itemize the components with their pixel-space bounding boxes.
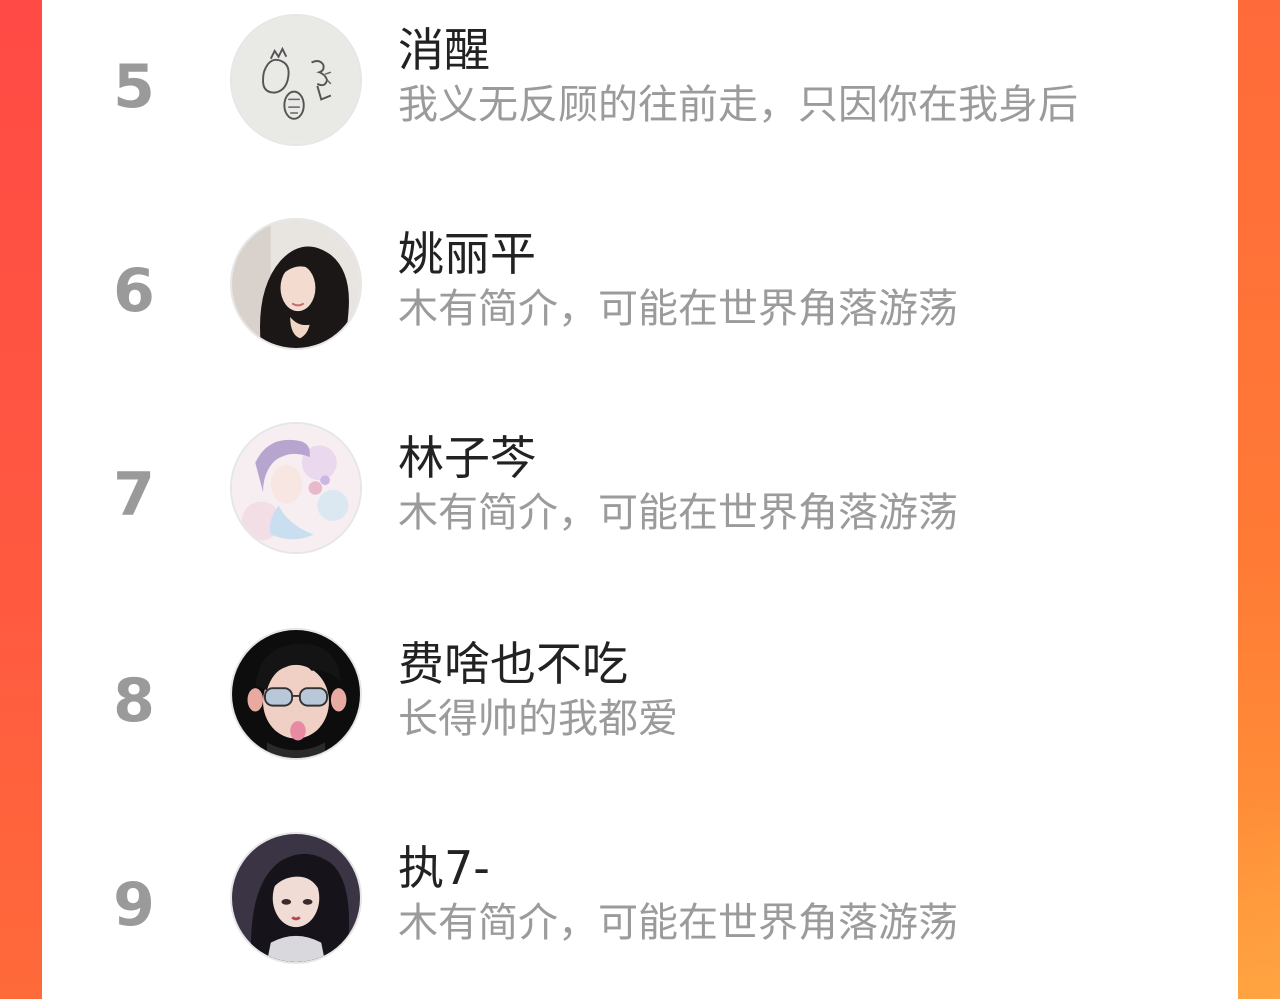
user-name[interactable]: 林子芩: [398, 430, 536, 486]
user-bio: 木有简介，可能在世界角落游荡: [398, 490, 958, 536]
anime-girl-avatar-icon: [232, 834, 360, 962]
ranking-row-6[interactable]: 6 姚丽平 木有简介，可能在世界角落游荡: [42, 218, 1238, 368]
ranking-row-8[interactable]: 8 费啥也不吃 长得帅的我都爱: [42, 628, 1238, 778]
user-bio: 我义无反顾的往前走，只因你在我身后: [398, 82, 1078, 128]
user-bio: 木有简介，可能在世界角落游荡: [398, 286, 958, 332]
rank-number: 9: [113, 870, 155, 940]
user-avatar[interactable]: [230, 422, 362, 554]
rank-number: 6: [113, 256, 155, 326]
left-gradient-border: [0, 0, 42, 999]
right-gradient-border: [1238, 0, 1280, 999]
ranking-list: 5 消醒 我义无反顾的往前走，只因你在我身后 6 姚丽平 木有简介，可能在世界角…: [42, 0, 1238, 999]
user-name[interactable]: 姚丽平: [398, 226, 536, 282]
girl-photo-avatar-icon: [232, 220, 360, 348]
user-bio: 长得帅的我都爱: [398, 696, 678, 742]
rank-number: 8: [113, 666, 155, 736]
user-avatar[interactable]: [230, 628, 362, 760]
user-name[interactable]: 消醒: [398, 22, 490, 78]
ranking-row-7[interactable]: 7 林子芩 木有简介，可能在世界角落游荡: [42, 422, 1238, 572]
sketch-drawing-avatar-icon: [232, 16, 360, 144]
user-avatar[interactable]: [230, 218, 362, 350]
user-name[interactable]: 执7-: [398, 840, 490, 896]
ranking-row-5[interactable]: 5 消醒 我义无反顾的往前走，只因你在我身后: [42, 14, 1238, 164]
user-avatar[interactable]: [230, 832, 362, 964]
user-avatar[interactable]: [230, 14, 362, 146]
cartoon-boy-avatar-icon: [232, 630, 360, 758]
user-bio: 木有简介，可能在世界角落游荡: [398, 900, 958, 946]
pastel-illustration-avatar-icon: [232, 424, 360, 552]
ranking-row-9[interactable]: 9 执7- 木有简介，可能在世界角落游荡: [42, 832, 1238, 982]
rank-number: 5: [113, 52, 155, 122]
rank-number: 7: [113, 460, 155, 530]
user-name[interactable]: 费啥也不吃: [398, 636, 628, 692]
